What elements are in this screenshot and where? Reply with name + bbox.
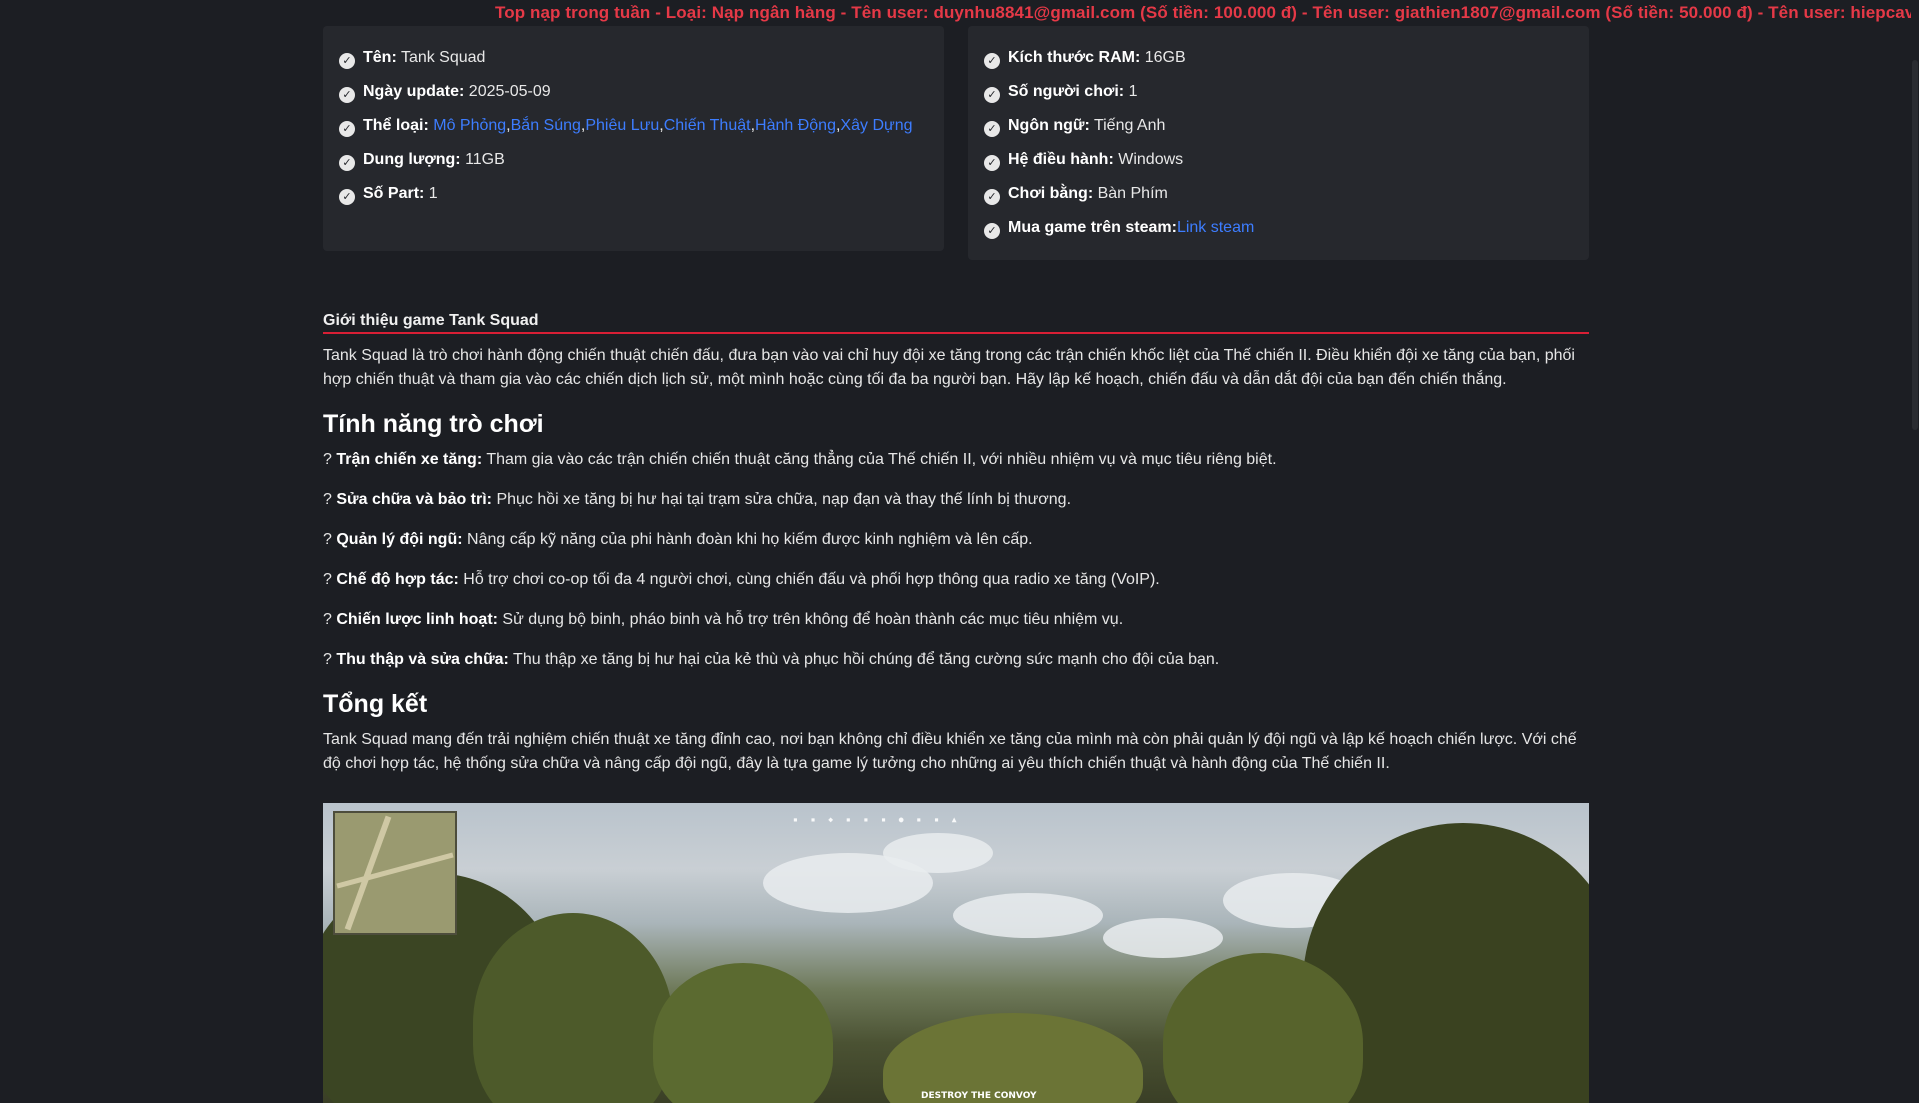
info-name-value: Tank Squad <box>400 49 486 66</box>
info-os: ✓ Hệ điều hành: Windows <box>984 148 1573 172</box>
tree-shape <box>653 963 833 1103</box>
genre-link[interactable]: Xây Dựng <box>840 117 912 134</box>
info-name: ✓ Tên: Tank Squad <box>339 46 928 70</box>
info-size-label: Dung lượng: <box>363 151 461 168</box>
feature-item: ? Quản lý đội ngũ: Nâng cấp kỹ năng của … <box>323 528 1589 552</box>
info-parts-label: Số Part: <box>363 185 425 202</box>
minimap <box>333 811 457 935</box>
game-info-row: ✓ Tên: Tank Squad ✓ Ngày update: 2025-05-0… <box>323 26 1589 260</box>
info-language-value: Tiếng Anh <box>1093 117 1166 134</box>
info-players-label: Số người chơi: <box>1008 83 1125 100</box>
game-info-card-left: ✓ Tên: Tank Squad ✓ Ngày update: 2025-05-0… <box>323 26 944 251</box>
cloud-shape <box>953 893 1103 938</box>
feature-title: Chế độ hợp tác: <box>336 571 459 588</box>
feature-title: Sửa chữa và bảo trì: <box>336 491 493 508</box>
info-language-label: Ngôn ngữ: <box>1008 117 1090 134</box>
tree-shape <box>883 1013 1143 1103</box>
info-parts: ✓ Số Part: 1 <box>339 182 928 206</box>
check-circle-icon: ✓ <box>984 121 1000 137</box>
cloud-shape <box>883 833 993 873</box>
info-players: ✓ Số người chơi: 1 <box>984 80 1573 104</box>
ticker-text: Top nạp trong tuần - Loại: Nạp ngân hàng… <box>495 3 1915 22</box>
check-circle-icon: ✓ <box>984 155 1000 171</box>
features-heading: Tính năng trò chơi <box>323 410 544 438</box>
game-screenshot: ▪ ▪ ◆ ▪ ▪ ▪ ● ▪ ▪ ▲ DESTROY THE CONVOY <box>323 803 1589 1103</box>
genre-link[interactable]: Hành Động <box>755 117 836 134</box>
info-ram: ✓ Kích thước RAM: 16GB <box>984 46 1573 70</box>
info-control-value: Bàn Phím <box>1097 185 1168 202</box>
cloud-shape <box>1103 918 1223 958</box>
hud-compass: ▪ ▪ ◆ ▪ ▪ ▪ ● ▪ ▪ ▲ <box>793 815 961 824</box>
scrollbar-thumb[interactable] <box>1912 60 1918 430</box>
feature-title: Thu thập và sửa chữa: <box>336 651 509 668</box>
feature-title: Trận chiến xe tăng: <box>336 451 483 468</box>
feature-bullet: ? <box>323 611 337 628</box>
info-size-value: 11GB <box>465 151 505 168</box>
page-scrollbar[interactable] <box>1911 0 1919 1079</box>
info-update-value: 2025-05-09 <box>468 83 551 100</box>
check-circle-icon: ✓ <box>339 87 355 103</box>
info-size: ✓ Dung lượng: 11GB <box>339 148 928 172</box>
genre-link[interactable]: Chiến Thuật <box>664 117 751 134</box>
feature-text: Hỗ trợ chơi co-op tối đa 4 người chơi, c… <box>458 571 1160 588</box>
summary-paragraph: Tank Squad mang đến trải nghiệm chiến th… <box>323 731 1577 772</box>
feature-item: ? Trận chiến xe tăng: Tham gia vào các t… <box>323 448 1589 472</box>
info-ram-label: Kích thước RAM: <box>1008 49 1141 66</box>
intro-heading: Giới thiệu game Tank Squad <box>323 312 1589 334</box>
objective-text: DESTROY THE CONVOY <box>921 1091 1037 1101</box>
feature-bullet: ? <box>323 451 337 468</box>
feature-bullet: ? <box>323 651 337 668</box>
info-update-label: Ngày update: <box>363 83 465 100</box>
info-name-label: Tên: <box>363 49 397 66</box>
check-circle-icon: ✓ <box>339 121 355 137</box>
info-genre: ✓ Thể loại: Mô Phỏng,Bắn Súng,Phiêu Lưu,C… <box>339 114 928 138</box>
feature-item: ? Sửa chữa và bảo trì: Phục hồi xe tăng … <box>323 488 1589 512</box>
check-circle-icon: ✓ <box>984 53 1000 69</box>
check-circle-icon: ✓ <box>339 155 355 171</box>
genre-link[interactable]: Bắn Súng <box>511 117 581 134</box>
info-steam: ✓ Mua game trên steam:Link steam <box>984 216 1573 240</box>
info-control: ✓ Chơi bằng: Bàn Phím <box>984 182 1573 206</box>
intro-paragraph: Tank Squad là trò chơi hành động chiến t… <box>323 347 1575 388</box>
feature-text: Nâng cấp kỹ năng của phi hành đoàn khi h… <box>462 531 1033 548</box>
feature-text: Phục hồi xe tăng bị hư hại tại trạm sửa … <box>492 491 1072 508</box>
steam-link[interactable]: Link steam <box>1177 219 1254 236</box>
info-ram-value: 16GB <box>1144 49 1186 66</box>
feature-text: Tham gia vào các trận chiến chiến thuật … <box>482 451 1277 468</box>
info-steam-label: Mua game trên steam: <box>1008 219 1177 236</box>
info-os-label: Hệ điều hành: <box>1008 151 1114 168</box>
genre-link[interactable]: Phiêu Lưu <box>585 117 659 134</box>
feature-title: Chiến lược linh hoạt: <box>336 611 498 628</box>
feature-text: Sử dụng bộ binh, pháo binh và hỗ trợ trê… <box>497 611 1124 628</box>
feature-text: Thu thập xe tăng bị hư hại của kẻ thù và… <box>508 651 1220 668</box>
feature-item: ? Chiến lược linh hoạt: Sử dụng bộ binh,… <box>323 608 1589 632</box>
info-control-label: Chơi bằng: <box>1008 185 1094 202</box>
info-os-value: Windows <box>1118 151 1184 168</box>
info-update: ✓ Ngày update: 2025-05-09 <box>339 80 928 104</box>
top-ticker: Top nạp trong tuần - Loại: Nạp ngân hàng… <box>0 0 1919 26</box>
map-road <box>336 852 454 889</box>
main-content: ✓ Tên: Tank Squad ✓ Ngày update: 2025-05-0… <box>323 26 1589 1103</box>
info-parts-value: 1 <box>428 185 438 202</box>
feature-bullet: ? <box>323 571 337 588</box>
feature-item: ? Chế độ hợp tác: Hỗ trợ chơi co-op tối … <box>323 568 1589 592</box>
feature-title: Quản lý đội ngũ: <box>336 531 463 548</box>
feature-bullet: ? <box>323 491 337 508</box>
check-circle-icon: ✓ <box>339 189 355 205</box>
feature-bullet: ? <box>323 531 337 548</box>
feature-item: ? Thu thập và sửa chữa: Thu thập xe tăng… <box>323 648 1589 672</box>
info-language: ✓ Ngôn ngữ: Tiếng Anh <box>984 114 1573 138</box>
check-circle-icon: ✓ <box>984 189 1000 205</box>
summary-heading: Tổng kết <box>323 690 428 718</box>
info-genre-label: Thể loại: <box>363 117 429 134</box>
check-circle-icon: ✓ <box>984 87 1000 103</box>
check-circle-icon: ✓ <box>984 223 1000 239</box>
info-players-value: 1 <box>1128 83 1138 100</box>
game-info-card-right: ✓ Kích thước RAM: 16GB ✓ Số người chơi: 1 … <box>968 26 1589 260</box>
genre-link[interactable]: Mô Phỏng <box>433 117 506 134</box>
check-circle-icon: ✓ <box>339 53 355 69</box>
